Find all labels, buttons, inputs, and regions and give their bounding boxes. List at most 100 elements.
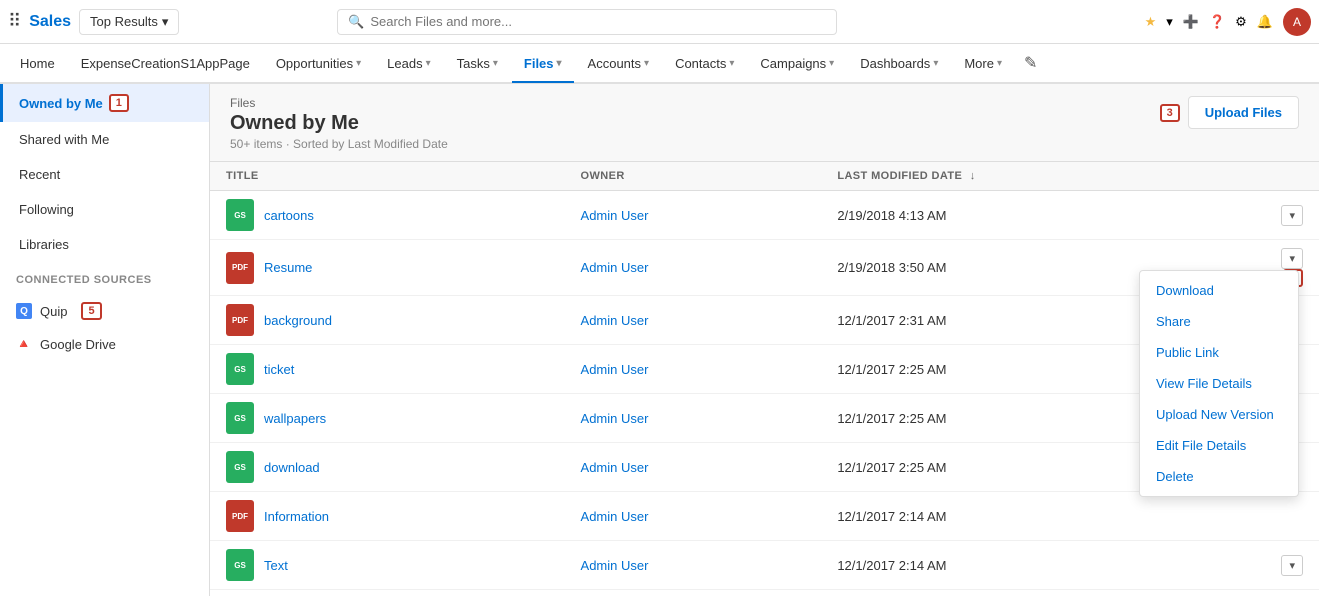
nav-item-opportunities[interactable]: Opportunities▾ (264, 45, 373, 83)
favorites-icon[interactable]: ★ (1145, 14, 1157, 30)
owner-link[interactable]: Admin User (581, 460, 649, 475)
nav-chevron-icon: ▾ (493, 58, 498, 69)
search-icon: 🔍 (348, 14, 364, 30)
grid-icon[interactable]: ⠿ (8, 11, 21, 32)
action-cell: ▾ (1259, 541, 1319, 590)
page-title: Owned by Me (230, 112, 448, 135)
action-cell: ▾ (1259, 191, 1319, 240)
search-area: 🔍 (337, 9, 837, 35)
nav-item-leads[interactable]: Leads▾ (375, 45, 442, 83)
owner-cell: Admin User (565, 345, 822, 394)
owner-link[interactable]: Admin User (581, 509, 649, 524)
file-title-link[interactable]: Text (264, 558, 288, 573)
sidebar-item-recent-label: Recent (19, 167, 60, 182)
dropdown-menu-item[interactable]: View File Details (1140, 368, 1298, 399)
action-cell: ▾ (1259, 590, 1319, 596)
owner-link[interactable]: Admin User (581, 411, 649, 426)
app-name: Sales (29, 13, 71, 31)
content-header-text: Files Owned by Me 50+ items · Sorted by … (230, 96, 448, 151)
file-title-link[interactable]: cartoons (264, 208, 314, 223)
sidebar-item-libraries[interactable]: Libraries (0, 227, 209, 262)
nav-chevron-icon: ▾ (426, 58, 431, 69)
owner-link[interactable]: Admin User (581, 260, 649, 275)
sidebar-item-recent[interactable]: Recent (0, 157, 209, 192)
file-type-icon: GS (226, 199, 254, 231)
file-type-icon: GS (226, 549, 254, 581)
annotation-badge-5: 5 (81, 302, 101, 320)
table-header: TITLE OWNER LAST MODIFIED DATE ↓ (210, 162, 1319, 191)
title-cell: GSticket (210, 345, 565, 394)
row-action-button[interactable]: ▾ (1281, 248, 1303, 269)
nav-edit-icon[interactable]: ✎ (1024, 53, 1037, 73)
sidebar-item-google-drive[interactable]: 🔺 Google Drive (0, 328, 209, 360)
title-cell: PDF Resume (210, 240, 565, 296)
dropdown-menu-item[interactable]: Upload New Version (1140, 399, 1298, 430)
nav-item-accounts[interactable]: Accounts▾ (576, 45, 662, 83)
file-title-link[interactable]: Resume (264, 260, 312, 275)
topbar: ⠿ Sales Top Results ▾ 🔍 ★ ▾ ➕ ❓ ⚙ 🔔 A (0, 0, 1319, 44)
table-row: PDFInformationAdmin User12/1/2017 2:14 A… (210, 492, 1319, 541)
title-cell: PDF Information (210, 492, 565, 541)
row-action-button[interactable]: ▾ (1281, 205, 1303, 226)
sort-arrow-icon[interactable]: ↓ (970, 170, 976, 182)
add-icon[interactable]: ➕ (1183, 14, 1199, 30)
owner-cell: Admin User (565, 541, 822, 590)
file-title-link[interactable]: Information (264, 509, 329, 524)
notifications-icon[interactable]: 🔔 (1257, 14, 1273, 30)
title-cell: GSUser (210, 590, 565, 596)
owner-cell: Admin User (565, 296, 822, 345)
file-type-icon: PDF (226, 252, 254, 284)
sidebar-item-following[interactable]: Following (0, 192, 209, 227)
file-title-link[interactable]: wallpapers (264, 411, 326, 426)
top-results-button[interactable]: Top Results ▾ (79, 9, 179, 35)
dropdown-menu-item[interactable]: Download (1140, 275, 1298, 306)
row-action-button[interactable]: ▾ (1281, 555, 1303, 576)
favorites-chevron-icon[interactable]: ▾ (1166, 14, 1173, 30)
file-title-link[interactable]: download (264, 460, 320, 475)
title-cell: GSdownload (210, 443, 565, 492)
sidebar-item-google-drive-label: Google Drive (40, 337, 116, 352)
dropdown-menu-item[interactable]: Delete (1140, 461, 1298, 492)
sidebar: Owned by Me 1 Shared with Me Recent Foll… (0, 84, 210, 596)
dropdown-menu-item[interactable]: Edit File Details (1140, 430, 1298, 461)
avatar[interactable]: A (1283, 8, 1311, 36)
nav-item-campaigns[interactable]: Campaigns▾ (748, 45, 846, 83)
dropdown-menu-item[interactable]: Public Link (1140, 337, 1298, 368)
upload-files-button[interactable]: Upload Files (1188, 96, 1299, 129)
nav-item-dashboards[interactable]: Dashboards▾ (848, 45, 950, 83)
table-row: GScartoonsAdmin User2/19/2018 4:13 AM▾ (210, 191, 1319, 240)
nav-item-tasks[interactable]: Tasks▾ (445, 45, 510, 83)
sidebar-item-owned-by-me[interactable]: Owned by Me 1 (0, 84, 209, 122)
owner-cell: Admin User (565, 492, 822, 541)
google-drive-icon: 🔺 (16, 336, 32, 352)
file-type-icon: PDF (226, 500, 254, 532)
nav-item-expensecreations1apppage[interactable]: ExpenseCreationS1AppPage (69, 45, 262, 83)
sidebar-item-quip[interactable]: Q Quip 5 (0, 294, 209, 328)
settings-icon[interactable]: ⚙ (1235, 14, 1247, 30)
owner-link[interactable]: Admin User (581, 558, 649, 573)
nav-item-contacts[interactable]: Contacts▾ (663, 45, 746, 83)
file-type-icon: GS (226, 402, 254, 434)
search-input[interactable] (370, 14, 826, 29)
sidebar-item-shared-with-me-label: Shared with Me (19, 132, 109, 147)
title-cell: GS Text (210, 541, 565, 590)
sidebar-item-quip-label: Quip (40, 304, 67, 319)
file-title-link[interactable]: background (264, 313, 332, 328)
content-area: Files Owned by Me 50+ items · Sorted by … (210, 84, 1319, 596)
nav-chevron-icon: ▾ (997, 58, 1002, 69)
owner-link[interactable]: Admin User (581, 208, 649, 223)
nav-item-home[interactable]: Home (8, 45, 67, 83)
file-title-link[interactable]: ticket (264, 362, 294, 377)
last-modified-column-header: LAST MODIFIED DATE ↓ (821, 162, 1259, 191)
title-cell: GS cartoons (210, 191, 565, 240)
nav-item-files[interactable]: Files▾ (512, 45, 574, 83)
owner-link[interactable]: Admin User (581, 362, 649, 377)
help-icon[interactable]: ❓ (1209, 14, 1225, 30)
owner-link[interactable]: Admin User (581, 313, 649, 328)
dropdown-menu-item[interactable]: Share (1140, 306, 1298, 337)
nav-chevron-icon: ▾ (933, 58, 938, 69)
nav-chevron-icon: ▾ (356, 58, 361, 69)
sidebar-item-shared-with-me[interactable]: Shared with Me (0, 122, 209, 157)
nav-item-more[interactable]: More▾ (952, 45, 1014, 83)
title-cell: GS wallpapers (210, 394, 565, 443)
